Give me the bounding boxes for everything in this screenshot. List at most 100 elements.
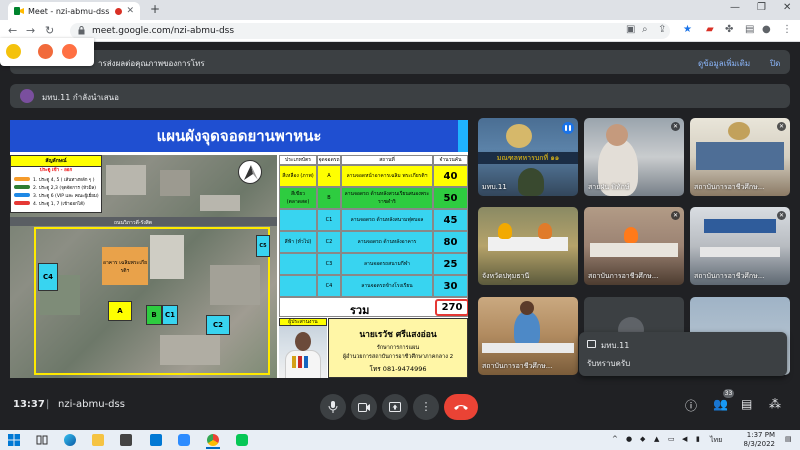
windows-start-icon[interactable] — [8, 434, 20, 446]
zone-a: A — [108, 301, 132, 321]
extension-alert-icon[interactable] — [38, 44, 53, 59]
bookmark-star-icon[interactable]: ★ — [683, 24, 692, 35]
chrome-icon[interactable] — [207, 434, 219, 446]
taskbar-clock[interactable]: 1:37 PM 8/3/2022 — [733, 431, 775, 449]
zoom-icon[interactable]: ⌕ — [642, 24, 648, 35]
browser-tab-meet[interactable]: Meet - nzi-abmu-dss ✕ — [8, 2, 140, 20]
back-arrow-icon[interactable]: ← — [8, 24, 17, 37]
coordinator-card: นายเรวัช ศรีแสงอ่อน รักษาการการแผน ผู้อำ… — [328, 318, 468, 378]
coordinator-name: นายเรวัช ศรีแสงอ่อน — [359, 330, 437, 340]
more-options-button[interactable]: ⋮ — [413, 394, 439, 420]
learn-more-link[interactable]: ดูข้อมูลเพิ่มเติม — [698, 57, 750, 70]
browser-menu-icon[interactable]: ⋮ — [782, 24, 792, 35]
extensions-puzzle-icon[interactable]: ✤ — [725, 24, 733, 35]
chat-icon[interactable]: ▤ — [741, 397, 752, 411]
address-bar[interactable]: meet.google.com/nzi-abmu-dss — [70, 23, 670, 39]
extension-badge-icon[interactable] — [6, 44, 21, 59]
tray-app-icon[interactable]: ▲ — [654, 435, 659, 443]
window-maximize-icon[interactable]: ❐ — [757, 2, 766, 13]
participant-tile[interactable]: จังหวัดปทุมธานี — [478, 207, 578, 285]
extension-tray — [0, 38, 94, 66]
share-icon[interactable]: ⇪ — [658, 24, 666, 35]
meeting-time: 13:37 — [13, 399, 45, 410]
participant-tile[interactable]: ✕ สถาบันการอาชีวศึกษ... — [690, 207, 790, 285]
browser-tab-strip: Meet - nzi-abmu-dss ✕ + — ❐ ✕ — [0, 0, 800, 20]
network-icon[interactable]: ▭ — [668, 435, 675, 443]
legend-route: 3. ประตู 6 (VIP และ คณะผู้เยี่ยม) — [11, 191, 101, 199]
connection-warning-banner: ารส่งผลต่อคุณภาพของการโทร ดูข้อมูลเพิ่มเ… — [10, 50, 790, 74]
coordinator-phone: โทร 081-9474996 — [369, 365, 427, 373]
zoom-app-icon[interactable] — [178, 434, 190, 446]
present-screen-icon — [389, 402, 401, 412]
chat-notification[interactable]: มทบ.11 รับทราบครับ — [579, 332, 787, 376]
language-indicator[interactable]: ไทย — [710, 435, 722, 446]
people-icon[interactable]: 👥 — [713, 397, 728, 411]
tray-expand-icon[interactable]: ^ — [612, 435, 618, 443]
meeting-separator: | — [46, 399, 50, 410]
close-tab-icon[interactable]: ✕ — [126, 6, 134, 16]
volume-icon[interactable]: ◀ — [682, 435, 687, 443]
reload-icon[interactable]: ↻ — [45, 24, 54, 37]
leave-call-button[interactable] — [444, 394, 478, 420]
participant-tile[interactable]: มณฑลทหารบกที่ ๑๑ มทบ.11 — [478, 118, 578, 196]
table-row: C4 ลานจอดรถข้างโรงเรียน 30 — [279, 275, 468, 297]
more-vert-icon: ⋮ — [420, 400, 432, 413]
activities-icon[interactable]: ⁂ — [769, 397, 781, 411]
extension-record-icon[interactable] — [62, 44, 77, 59]
camera-button[interactable] — [351, 394, 377, 420]
participant-name: สถาบันการอาชีวศึกษ... — [694, 183, 765, 191]
extension-vpn-icon[interactable]: ▰ — [706, 24, 714, 35]
store-icon[interactable] — [120, 434, 132, 446]
notifications-icon[interactable]: ▤ — [785, 435, 792, 443]
line-app-icon[interactable] — [236, 434, 248, 446]
recording-indicator-icon — [115, 7, 123, 15]
table-row: C3 ลานจอดรถสนามกีฬา 25 — [279, 253, 468, 275]
participant-tile[interactable]: ✕ สถาบันการอาชีวศึกษ... — [584, 207, 684, 285]
window-minimize-icon[interactable]: — — [730, 2, 740, 13]
chat-message: รับทราบครับ — [587, 359, 631, 368]
new-tab-button[interactable]: + — [150, 2, 160, 16]
banner-close-button[interactable]: ปิด — [770, 57, 780, 70]
active-app-indicator — [206, 447, 220, 449]
profile-avatar-icon[interactable]: ● — [762, 24, 771, 35]
hang-up-phone-icon — [454, 405, 468, 410]
browser-toolbar: ← → ↻ meet.google.com/nzi-abmu-dss ▣ ⌕ ⇪… — [0, 20, 800, 42]
participant-name: สายฝน พิทักษ์ — [588, 183, 630, 191]
slide-title: แผนผังจุดจอดยานพาหนะ — [10, 120, 468, 152]
window-close-icon[interactable]: ✕ — [783, 2, 791, 13]
mic-off-icon: ✕ — [671, 211, 680, 220]
file-explorer-icon[interactable] — [92, 434, 104, 446]
participant-tile[interactable]: สถาบันการอาชีวศึกษ... — [478, 297, 578, 375]
participant-tile[interactable]: ✕ สถาบันการอาชีวศึกษ... — [690, 118, 790, 196]
mic-off-icon: ✕ — [777, 122, 786, 131]
camera-in-use-icon[interactable]: ▣ — [626, 24, 635, 35]
battery-icon[interactable]: ▮ — [696, 435, 700, 443]
zone-c2: C2 — [206, 315, 230, 335]
presentation-slide: แผนผังจุดจอดยานพาหนะ ถนนวิภาวดี-รังสิต อ… — [10, 120, 468, 378]
legend-route: 2. ประตู 2,3 (จุดจัดการ (หัวมิล) — [11, 183, 101, 191]
reading-list-icon[interactable]: ▤ — [745, 24, 754, 35]
compass-north-icon — [238, 160, 262, 184]
chat-bubble-icon — [587, 340, 596, 348]
mic-off-icon: ✕ — [777, 211, 786, 220]
presenter-bar: มทบ.11 กำลังนำเสนอ — [10, 84, 790, 108]
tray-app-icon[interactable]: ● — [626, 435, 632, 443]
table-row: สีฟ้า (ทั่วไป) C2 ลานจอดรถ ด้านหลังอาคาร… — [279, 231, 468, 253]
forward-arrow-icon[interactable]: → — [26, 24, 35, 37]
tray-app-icon[interactable]: ◆ — [640, 435, 645, 443]
mic-off-icon: ✕ — [671, 122, 680, 131]
table-total-row: รวม 270 — [279, 297, 468, 317]
task-view-icon[interactable] — [36, 434, 48, 446]
table-row: สีเหลือง (ภาพ) A ลานจอดหน้าอาคารเฉลิม พร… — [279, 165, 468, 187]
clock-time: 1:37 PM — [746, 431, 775, 439]
mail-icon[interactable] — [150, 434, 162, 446]
present-screen-button[interactable] — [382, 394, 408, 420]
meeting-details-icon[interactable]: ⓘ — [685, 397, 697, 414]
total-label: รวม — [350, 304, 370, 317]
microphone-button[interactable] — [320, 394, 346, 420]
coordinator-label: ผู้ประสานงาน — [279, 318, 327, 326]
edge-browser-icon[interactable] — [64, 434, 76, 446]
participant-tile[interactable]: ✕ สายฝน พิทักษ์ — [584, 118, 684, 196]
table-row: C1 ลานจอดรถ ด้านหลังสนามฟุตบอล 45 — [279, 209, 468, 231]
presenter-avatar — [20, 89, 34, 103]
